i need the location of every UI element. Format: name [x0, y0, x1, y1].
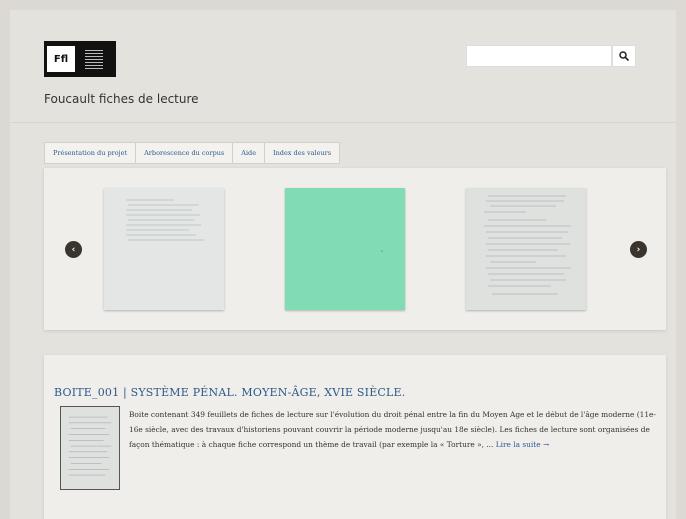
logo-text-lines [85, 49, 103, 69]
header-divider [10, 122, 676, 123]
tab-aide[interactable]: Aide [232, 142, 265, 164]
site-title[interactable]: Foucault fiches de lecture [44, 92, 199, 106]
carousel-thumbnail[interactable] [466, 188, 586, 310]
read-more-link[interactable]: Lire la suite → [496, 440, 549, 449]
site-logo[interactable]: Ffl [44, 41, 116, 77]
tab-index[interactable]: Index des valeurs [264, 142, 341, 164]
record-card: BOITE_001 | SYSTÈME PÉNAL. MOYEN-ÂGE, XV… [44, 355, 666, 519]
search-icon [619, 51, 629, 61]
record-title[interactable]: BOITE_001 | SYSTÈME PÉNAL. MOYEN-ÂGE, XV… [54, 386, 405, 399]
carousel-prev-button[interactable]: ‹ [65, 241, 82, 258]
logo-mark: Ffl [47, 46, 75, 72]
carousel-thumbnail[interactable] [285, 188, 405, 310]
record-thumbnail[interactable] [60, 406, 120, 490]
carousel-thumbnail[interactable] [104, 188, 224, 310]
tab-presentation[interactable]: Présentation du projet [44, 142, 136, 164]
handwritten-page-image [484, 195, 571, 295]
handwritten-page-image [68, 416, 112, 476]
image-carousel: ‹ › [44, 168, 666, 330]
page: Ffl Foucault fiches de lecture Présentat… [10, 10, 676, 519]
record-description-text: Boite contenant 349 feuillets de fiches … [129, 410, 656, 449]
tab-arborescence[interactable]: Arborescence du corpus [135, 142, 233, 164]
green-cover-image [381, 250, 383, 252]
record-description: Boite contenant 349 feuillets de fiches … [129, 407, 659, 452]
nav-tabs: Présentation du projet Arborescence du c… [44, 142, 341, 164]
search-input[interactable] [466, 45, 612, 67]
search-button[interactable] [612, 45, 636, 67]
carousel-next-button[interactable]: › [630, 241, 647, 258]
handwritten-page-image [126, 199, 204, 241]
